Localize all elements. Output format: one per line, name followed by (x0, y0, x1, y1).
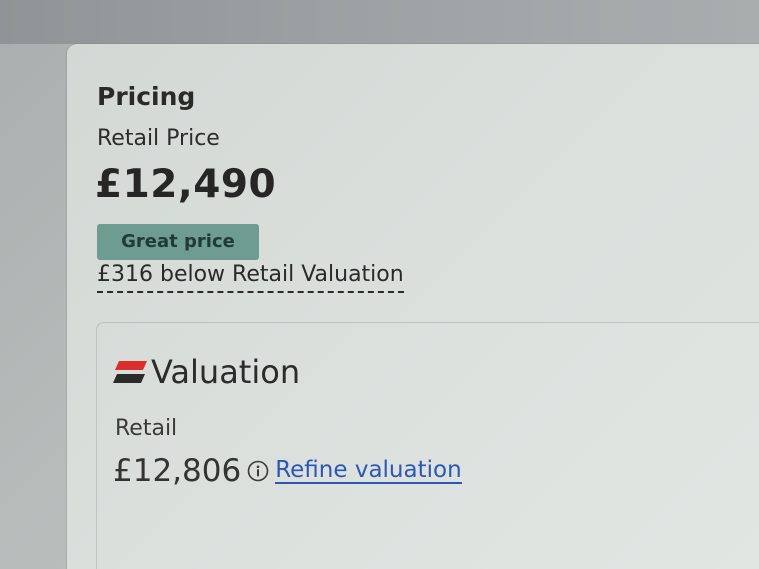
retail-price-label: Retail Price (97, 126, 220, 151)
valuation-panel: Valuation Retail £12,806 Refine valuatio… (96, 322, 759, 569)
page-background-band (0, 0, 759, 44)
valuation-logo-text: Valuation (151, 353, 301, 391)
pricing-card: Pricing Retail Price £12,490 Great price… (67, 44, 759, 569)
refine-valuation-link[interactable]: Refine valuation (275, 458, 462, 485)
retail-valuation-row: £12,806 Refine valuation (113, 453, 462, 489)
retail-valuation-value: £12,806 (113, 453, 242, 489)
pricing-title: Pricing (97, 82, 196, 111)
valuation-logo-mark-icon (113, 359, 147, 385)
price-rating-badge: Great price (97, 224, 259, 260)
info-icon[interactable] (247, 460, 269, 482)
retail-price-value: £12,490 (95, 162, 277, 207)
valuation-logo: Valuation (113, 353, 300, 391)
retail-valuation-label: Retail (115, 416, 178, 441)
below-valuation-tooltip-trigger[interactable]: £316 below Retail Valuation (97, 262, 404, 293)
